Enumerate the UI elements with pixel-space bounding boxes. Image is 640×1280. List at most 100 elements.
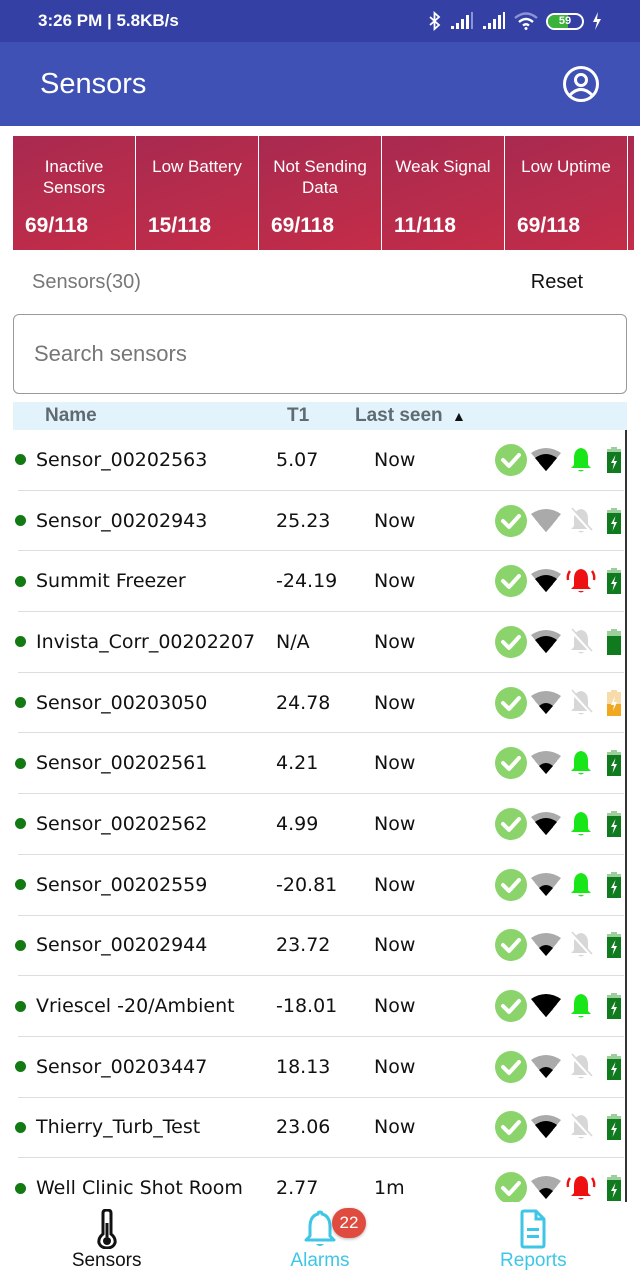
search-input[interactable] xyxy=(34,341,606,367)
signal-strength-icon xyxy=(531,933,561,957)
table-row[interactable]: Well Clinic Shot Room 2.77 1m xyxy=(15,1158,624,1205)
page-title: Sensors xyxy=(40,67,147,100)
card-value: 69/118 xyxy=(517,214,581,237)
sensor-status-icons xyxy=(494,989,622,1023)
online-status-dot xyxy=(15,1182,26,1194)
sensor-t1-value: 24.78 xyxy=(276,691,331,714)
card-not-sending-data[interactable]: Not Sending Data 69/118 xyxy=(259,136,381,250)
status-ok-icon xyxy=(495,504,527,537)
nav-reports[interactable]: Reports xyxy=(427,1202,640,1280)
sensor-status-icons xyxy=(494,443,622,477)
wifi-icon xyxy=(514,12,538,30)
sensor-last-seen: Now xyxy=(374,995,416,1018)
status-bar: 3:26 PM | 5.8KB/s 59 xyxy=(0,0,640,42)
table-row[interactable]: Vriescel -20/Ambient -18.01 Now xyxy=(15,976,624,1037)
nav-label: Reports xyxy=(500,1250,567,1271)
battery-charging-icon xyxy=(607,810,621,837)
battery-charging-icon xyxy=(607,932,621,959)
sensor-name: Summit Freezer xyxy=(36,570,186,593)
signal-strength-icon xyxy=(531,811,561,835)
sensor-status-icons xyxy=(494,625,622,659)
sensor-status-icons xyxy=(494,686,622,720)
list-header: Sensors(30) Reset xyxy=(0,250,640,314)
table-row[interactable]: Invista_Corr_00202207 N/A Now xyxy=(15,612,624,673)
status-ok-icon xyxy=(495,565,527,598)
battery-charging-icon xyxy=(607,750,621,777)
alarm-on-icon xyxy=(571,994,591,1018)
card-weak-signal[interactable]: Weak Signal 11/118 xyxy=(382,136,504,250)
status-ok-icon xyxy=(495,807,527,840)
table-row[interactable]: Summit Freezer -24.19 Now xyxy=(15,551,624,613)
table-row[interactable]: Sensor_00202943 25.23 Now xyxy=(15,491,624,552)
battery-low-charging-icon xyxy=(607,689,621,716)
battery-charging-icon xyxy=(607,446,621,473)
table-row[interactable]: Thierry_Turb_Test 23.06 Now xyxy=(15,1098,624,1159)
signal-strength-icon xyxy=(531,690,561,714)
status-ok-icon xyxy=(495,747,527,780)
card-inactive-sensors[interactable]: Inactive Sensors 69/118 xyxy=(13,136,135,250)
table-row[interactable]: Sensor_00202944 23.72 Now xyxy=(15,916,624,977)
card-next-partial[interactable] xyxy=(628,136,634,250)
nav-sensors[interactable]: Sensors xyxy=(0,1202,213,1280)
sensor-t1-value: 23.72 xyxy=(276,934,331,957)
column-name[interactable]: Name xyxy=(13,405,273,427)
column-t1[interactable]: T1 xyxy=(273,405,355,427)
signal-strength-icon xyxy=(531,994,561,1018)
sensor-last-seen: Now xyxy=(374,873,416,896)
bottom-nav: Sensors 22 Alarms Reports xyxy=(0,1202,640,1280)
sensor-status-icons xyxy=(494,1050,622,1084)
alarm-muted-icon xyxy=(569,689,594,715)
alarm-on-icon xyxy=(571,811,591,836)
sensor-name: Thierry_Turb_Test xyxy=(36,1116,201,1139)
status-ok-icon xyxy=(495,443,527,476)
online-status-dot xyxy=(15,818,26,830)
scrollbar[interactable] xyxy=(625,430,627,1205)
card-low-uptime[interactable]: Low Uptime 69/118 xyxy=(505,136,627,250)
online-status-dot xyxy=(15,757,26,769)
status-ok-icon xyxy=(495,929,527,962)
column-last-seen[interactable]: Last seen ▲ xyxy=(355,405,466,427)
signal-strength-icon xyxy=(531,1115,561,1139)
summary-cards: Inactive Sensors 69/118 Low Battery 15/1… xyxy=(0,126,640,250)
alarm-muted-icon xyxy=(569,628,594,654)
sensor-last-seen: Now xyxy=(374,509,416,532)
table-header: Name T1 Last seen ▲ xyxy=(13,402,627,430)
sort-ascending-icon: ▲ xyxy=(451,408,466,424)
table-row[interactable]: Sensor_00203050 24.78 Now xyxy=(15,673,624,734)
charging-icon xyxy=(593,12,601,30)
signal-strength-icon xyxy=(531,569,561,593)
table-row[interactable]: Sensor_00202563 5.07 Now xyxy=(15,430,624,491)
table-row[interactable]: Sensor_00203447 18.13 Now xyxy=(15,1037,624,1098)
battery-charging-icon xyxy=(607,568,621,595)
online-status-dot xyxy=(15,1121,26,1133)
sensor-last-seen: Now xyxy=(374,1055,416,1078)
table-row[interactable]: Sensor_00202559 -20.81 Now xyxy=(15,855,624,916)
thermometer-icon xyxy=(97,1209,117,1249)
status-ok-icon xyxy=(495,1172,527,1205)
status-time: 3:26 PM | 5.8KB/s xyxy=(38,11,179,30)
online-status-dot xyxy=(15,515,26,527)
sensor-t1-value: 25.23 xyxy=(276,509,331,532)
bluetooth-icon xyxy=(429,11,441,31)
reset-button[interactable]: Reset xyxy=(531,271,583,294)
sensor-status-icons xyxy=(494,928,622,962)
sensor-name: Well Clinic Shot Room xyxy=(36,1177,243,1200)
card-label: Low Uptime xyxy=(521,157,611,176)
card-low-battery[interactable]: Low Battery 15/118 xyxy=(136,136,258,250)
sensor-t1-value: -20.81 xyxy=(276,873,338,896)
account-circle-icon[interactable] xyxy=(562,65,600,103)
online-status-dot xyxy=(15,697,26,709)
card-value: 69/118 xyxy=(25,214,89,237)
alarm-on-icon xyxy=(571,447,591,472)
card-value: 15/118 xyxy=(148,214,212,237)
sensor-name: Sensor_00202562 xyxy=(36,812,208,835)
nav-alarms[interactable]: 22 Alarms xyxy=(213,1202,426,1280)
bell-icon xyxy=(304,1210,336,1246)
sensor-t1-value: 4.99 xyxy=(276,812,319,835)
table-row[interactable]: Sensor_00202562 4.99 Now xyxy=(15,794,624,855)
table-row[interactable]: Sensor_00202561 4.21 Now xyxy=(15,733,624,795)
sensor-status-icons xyxy=(494,1110,622,1144)
sensor-t1-value: -24.19 xyxy=(276,570,338,593)
sensor-status-icons xyxy=(494,504,622,538)
online-status-dot xyxy=(15,1000,26,1012)
